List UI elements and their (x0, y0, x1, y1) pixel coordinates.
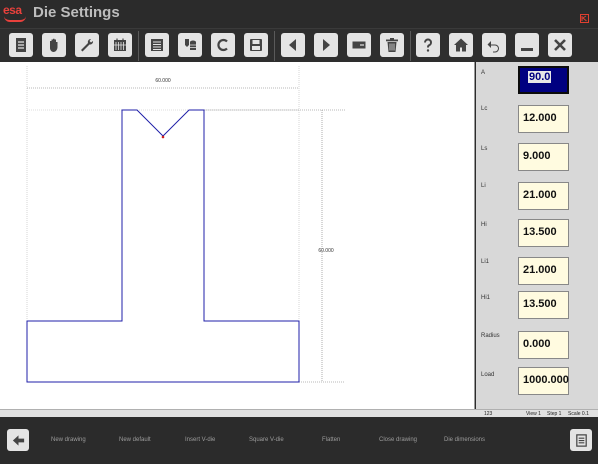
field-label-a: A (481, 70, 486, 76)
previous-button[interactable] (281, 33, 305, 57)
calendar-grid-icon (114, 38, 126, 51)
field-label-ls: Ls (481, 146, 488, 152)
close-button[interactable] (548, 33, 572, 57)
list-icon (575, 433, 587, 447)
field-label-lc: Lc (481, 106, 488, 112)
list-stack-icon (151, 39, 163, 51)
new-default-button[interactable]: New default (119, 437, 151, 443)
v-bottom-point (161, 135, 165, 139)
die-dimensions-button[interactable]: Die dimensions (444, 437, 485, 443)
home-icon (454, 38, 468, 52)
toolbar (0, 28, 598, 62)
field-hi1-input[interactable]: 13.500 (518, 291, 569, 319)
document-icon (16, 38, 26, 52)
field-load-input[interactable]: 1000.000 (518, 367, 569, 395)
drawing-canvas[interactable]: 60.000 60.000 (0, 62, 475, 409)
menu-button[interactable] (570, 429, 592, 451)
save-icon (250, 39, 262, 51)
wrench-button[interactable] (75, 33, 99, 57)
c-button[interactable] (211, 33, 235, 57)
field-radius-input[interactable]: 0.000 (518, 331, 569, 359)
home-button[interactable] (449, 33, 473, 57)
help-button[interactable] (416, 33, 440, 57)
logo-text: esa (3, 3, 22, 17)
window-title: Die Settings (33, 4, 120, 21)
wrench-icon (81, 38, 94, 52)
arrow-right-icon (323, 39, 330, 51)
field-label-li1: Li1 (481, 259, 490, 265)
hand-icon (50, 38, 58, 52)
field-label-radius: Radius (481, 333, 500, 339)
logo-arc (4, 16, 26, 22)
database-down-button[interactable] (178, 33, 202, 57)
bottom-bar: New drawing New default Insert V-die Squ… (0, 417, 598, 464)
field-ls-input[interactable]: 9.000 (518, 143, 569, 171)
toolbar-separator (138, 31, 139, 61)
database-down-icon (185, 39, 196, 50)
next-button[interactable] (314, 33, 338, 57)
status-bar: 123 View 1 Step 1 Scale 0.1 (0, 409, 598, 417)
field-label-load: Load (481, 372, 495, 378)
field-a-value: 90.0 (528, 71, 552, 83)
field-label-li: Li (481, 183, 486, 189)
rectangle-minus-button[interactable] (347, 33, 371, 57)
square-v-die-button[interactable]: Square V-die (249, 437, 284, 443)
save-button[interactable] (244, 33, 268, 57)
document-button[interactable] (9, 33, 33, 57)
list-stack-button[interactable] (145, 33, 169, 57)
close-drawing-button[interactable]: Close drawing (379, 437, 417, 443)
field-lc-input[interactable]: 12.000 (518, 105, 569, 133)
minimize-button[interactable] (515, 33, 539, 57)
back-button[interactable] (7, 429, 29, 451)
side-dimension-label: 60.000 (318, 248, 334, 254)
arrow-left-icon (12, 434, 24, 446)
rectangle-minus-icon (352, 41, 366, 49)
field-li-input[interactable]: 21.000 (518, 182, 569, 210)
new-drawing-button[interactable]: New drawing (51, 437, 86, 443)
field-li1-input[interactable]: 21.000 (518, 257, 569, 285)
flatten-button[interactable]: Flatten (322, 437, 340, 443)
toolbar-separator (410, 31, 411, 61)
keyboard-icon[interactable] (580, 14, 589, 23)
undo-button[interactable] (482, 33, 506, 57)
field-label-hi1: Hi1 (481, 295, 491, 301)
esa-logo: esa (2, 3, 30, 23)
parameter-panel: A 90.0 Lc 12.000 Ls 9.000 Li 21.000 Hi 1… (476, 62, 598, 409)
trash-icon (386, 38, 398, 52)
undo-icon (487, 41, 499, 53)
hand-button[interactable] (42, 33, 66, 57)
delete-button[interactable] (380, 33, 404, 57)
field-a-input[interactable]: 90.0 (518, 66, 569, 94)
close-icon (554, 39, 566, 51)
calendar-grid-button[interactable] (108, 33, 132, 57)
help-icon (423, 38, 432, 52)
die-drawing: 60.000 60.000 (26, 66, 345, 383)
insert-v-die-button[interactable]: Insert V-die (185, 437, 215, 443)
c-icon (217, 38, 228, 52)
top-dimension-label: 60.000 (155, 78, 171, 84)
title-bar: esa Die Settings (0, 0, 598, 28)
minimize-icon (521, 48, 533, 51)
arrow-left-icon (289, 39, 296, 51)
die-outline (26, 109, 300, 383)
field-hi-input[interactable]: 13.500 (518, 219, 569, 247)
field-label-hi: Hi (481, 222, 487, 228)
toolbar-separator (274, 31, 275, 61)
